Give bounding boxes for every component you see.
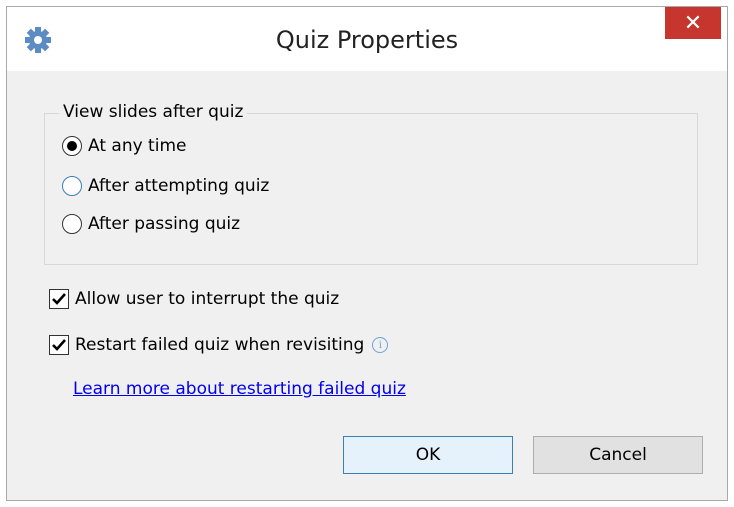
restart-failed-checkbox[interactable] bbox=[49, 335, 69, 355]
checkmark-icon bbox=[52, 293, 66, 305]
ok-button[interactable]: OK bbox=[343, 436, 513, 474]
cancel-button[interactable]: Cancel bbox=[533, 436, 703, 474]
checkmark-icon bbox=[52, 339, 66, 351]
allow-interrupt-label: Allow user to interrupt the quiz bbox=[75, 289, 340, 309]
radio-button[interactable] bbox=[62, 176, 82, 196]
close-icon: ✕ bbox=[683, 10, 703, 36]
dialog-content: View slides after quiz At any time After… bbox=[7, 71, 727, 500]
quiz-properties-dialog: Quiz Properties ✕ View slides after quiz… bbox=[6, 6, 728, 501]
allow-interrupt-option[interactable]: Allow user to interrupt the quiz bbox=[49, 289, 339, 309]
radio-button[interactable] bbox=[62, 214, 82, 234]
window-title: Quiz Properties bbox=[275, 26, 459, 54]
restart-failed-option[interactable]: Restart failed quiz when revisiting i bbox=[49, 335, 389, 355]
restart-failed-label: Restart failed quiz when revisiting bbox=[75, 335, 365, 355]
radio-at-any-time[interactable]: At any time bbox=[62, 136, 186, 156]
title-bar: Quiz Properties ✕ bbox=[7, 7, 727, 71]
learn-more-link[interactable]: Learn more about restarting failed quiz bbox=[73, 379, 406, 399]
radio-label: After passing quiz bbox=[88, 214, 241, 234]
radio-label: After attempting quiz bbox=[88, 176, 270, 196]
radio-after-attempting[interactable]: After attempting quiz bbox=[62, 176, 269, 196]
radio-after-passing[interactable]: After passing quiz bbox=[62, 214, 240, 234]
allow-interrupt-checkbox[interactable] bbox=[49, 289, 69, 309]
close-button[interactable]: ✕ bbox=[665, 7, 721, 39]
info-icon[interactable]: i bbox=[372, 337, 389, 353]
radio-label: At any time bbox=[88, 136, 187, 156]
view-slides-group: View slides after quiz At any time After… bbox=[44, 102, 698, 265]
radio-button[interactable] bbox=[62, 136, 82, 156]
view-slides-legend: View slides after quiz bbox=[59, 102, 248, 122]
